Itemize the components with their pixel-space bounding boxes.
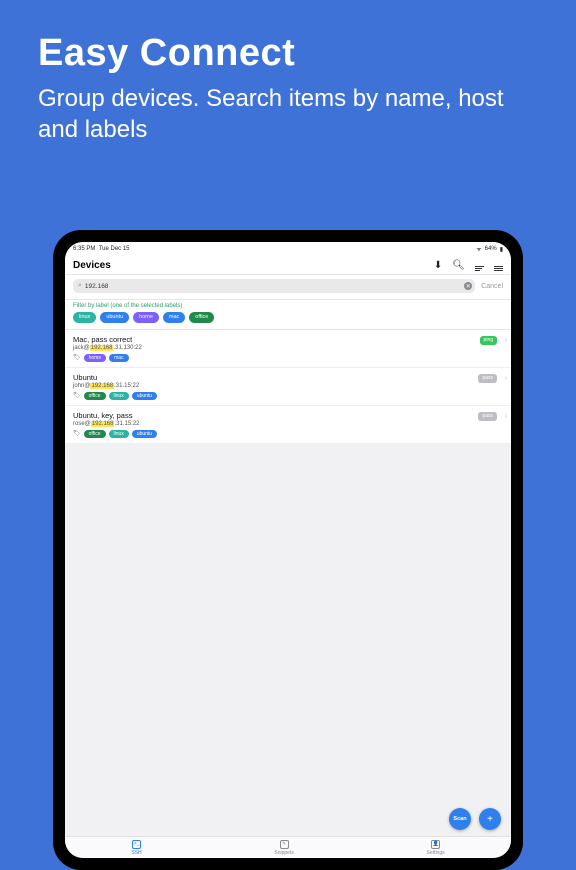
filter-chip[interactable]: ubuntu [100, 312, 129, 322]
chevron-icon: › [505, 337, 507, 344]
search-icon[interactable]: 🔍︎ [452, 261, 465, 271]
tab-bar: >_SSH ✎Snippets 👤Settings [65, 836, 511, 858]
device-conn: jack@192.168.31.130:22 [73, 345, 503, 351]
page-title: Devices [73, 260, 111, 271]
chevron-icon: › [505, 413, 507, 420]
device-name: Mac, pass correct [73, 335, 503, 344]
view-icon[interactable] [494, 260, 503, 271]
tab-label: Settings [427, 850, 445, 856]
battery-icon: ▮ [500, 246, 503, 253]
status-badge: pass [478, 374, 497, 383]
filter-chip[interactable]: office [189, 312, 214, 322]
status-time: 6:35 PM Tue Dec 15 [73, 246, 130, 252]
tag-pill[interactable]: home [84, 354, 107, 362]
tab-ssh[interactable]: >_SSH [131, 840, 141, 856]
status-badge: ping [480, 336, 497, 345]
device-tags: 🏷officelinuxubuntu [73, 430, 503, 438]
tag-pill[interactable]: linux [109, 430, 129, 438]
tag-pill[interactable]: ubuntu [132, 430, 157, 438]
device-name: Ubuntu [73, 373, 503, 382]
status-bar: 6:35 PM Tue Dec 15 ᯤ 64% ▮ [65, 242, 511, 256]
device-row[interactable]: Mac, pass correctjack@192.168.31.130:22 🏷… [65, 330, 511, 368]
add-button[interactable]: + [479, 808, 501, 830]
tag-pill[interactable]: office [84, 430, 106, 438]
hero: Easy Connect Group devices. Search items… [0, 0, 576, 163]
tag-pill[interactable]: ubuntu [132, 392, 157, 400]
tab-icon: ✎ [280, 840, 289, 849]
tab-label: Snippets [274, 850, 293, 856]
cancel-button[interactable]: Cancel [481, 283, 503, 290]
sort-icon[interactable] [475, 260, 484, 271]
filter-chip[interactable]: linux [73, 312, 96, 322]
empty-area: Scan + [65, 444, 511, 836]
device-conn: rose@192.168.31.15:22 [73, 421, 503, 427]
screen: 6:35 PM Tue Dec 15 ᯤ 64% ▮ Devices ⬇ 🔍︎ … [65, 242, 511, 858]
filter-chip[interactable]: mac [163, 312, 185, 322]
search-value: 192.168 [85, 283, 109, 290]
device-row[interactable]: Ubuntu, key, passrose@192.168.31.15:22 🏷o… [65, 406, 511, 444]
filter-block: Filter by label (one of the selected lab… [65, 300, 511, 329]
filter-hint: Filter by label (one of the selected lab… [73, 303, 503, 309]
tablet-frame: 6:35 PM Tue Dec 15 ᯤ 64% ▮ Devices ⬇ 🔍︎ … [53, 230, 523, 870]
chevron-icon: › [505, 375, 507, 382]
device-tags: 🏷homemac [73, 354, 503, 362]
download-icon[interactable]: ⬇ [434, 261, 442, 271]
tag-icon: 🏷 [73, 430, 81, 437]
device-conn: john@192.168.31.15:22 [73, 383, 503, 389]
tag-pill[interactable]: office [84, 392, 106, 400]
battery-pct: 64% [485, 246, 497, 252]
tab-label: SSH [131, 850, 141, 856]
tab-icon: >_ [132, 840, 141, 849]
tab-icon: 👤 [431, 840, 440, 849]
tag-pill[interactable]: linux [109, 392, 129, 400]
status-badge: pass [478, 412, 497, 421]
tag-icon: 🏷 [73, 354, 81, 361]
device-list: Mac, pass correctjack@192.168.31.130:22 🏷… [65, 330, 511, 444]
navbar: Devices ⬇ 🔍︎ [65, 256, 511, 275]
hero-subtitle: Group devices. Search items by name, hos… [38, 83, 538, 145]
hero-title: Easy Connect [38, 32, 538, 75]
device-tags: 🏷officelinuxubuntu [73, 392, 503, 400]
filter-chips: linux ubuntu homemac office [73, 312, 503, 322]
search-row: ⌕ 192.168 ✕ Cancel [65, 275, 511, 300]
scan-button[interactable]: Scan [449, 808, 471, 830]
tab-snippets[interactable]: ✎Snippets [274, 840, 293, 856]
tag-icon: 🏷 [73, 392, 81, 399]
wifi-icon: ᯤ [476, 245, 481, 253]
device-name: Ubuntu, key, pass [73, 411, 503, 420]
clear-icon[interactable]: ✕ [464, 282, 472, 290]
device-row[interactable]: Ubuntujohn@192.168.31.15:22 🏷officelinuxu… [65, 368, 511, 406]
search-input[interactable]: ⌕ 192.168 ✕ [73, 279, 475, 293]
tag-pill[interactable]: mac [109, 354, 128, 362]
filter-chip[interactable]: home [133, 312, 159, 322]
magnify-icon: ⌕ [78, 282, 82, 290]
tab-settings[interactable]: 👤Settings [427, 840, 445, 856]
status-right: ᯤ 64% ▮ [476, 245, 503, 253]
